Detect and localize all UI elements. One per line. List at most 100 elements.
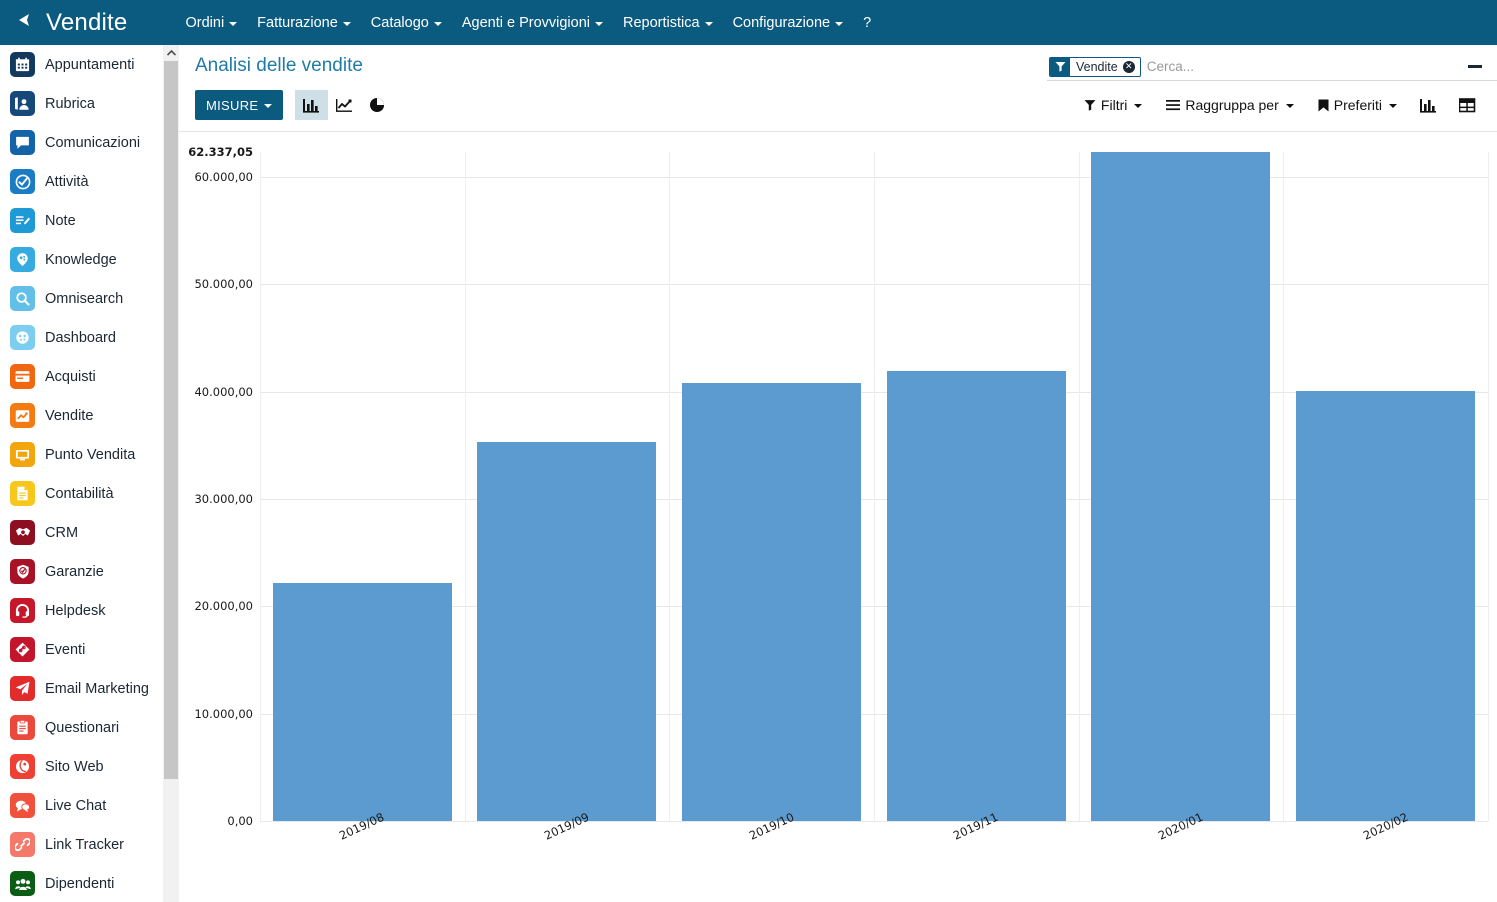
sidebar-item-appuntamenti[interactable]: Appuntamenti (0, 45, 163, 84)
nav-item-label: Fatturazione (257, 14, 338, 31)
sidebar-item-label: Dipendenti (45, 875, 115, 892)
chevron-down-icon (1134, 104, 1143, 108)
page-title: Analisi delle vendite (195, 55, 363, 76)
nav-item-configurazione[interactable]: Configurazione (723, 9, 854, 37)
bar-2019-09[interactable] (477, 442, 656, 821)
bar-chart-icon (1420, 99, 1436, 113)
sidebar-item-rubrica[interactable]: Rubrica (0, 84, 163, 123)
sidebar-item-email-marketing[interactable]: Email Marketing (0, 669, 163, 708)
shield-check-icon (10, 559, 35, 584)
gridline-vertical (465, 152, 466, 821)
ticket-icon (10, 637, 35, 662)
sidebar-item-vendite[interactable]: Vendite (0, 396, 163, 435)
sidebar-item-crm[interactable]: CRM (0, 513, 163, 552)
chart-toolbar-left: MISURE (195, 90, 394, 120)
sidebar-item-knowledge[interactable]: Knowledge (0, 240, 163, 279)
filtri-dropdown-button[interactable]: Filtri (1072, 90, 1154, 120)
sidebar-item-label: Garanzie (45, 563, 104, 580)
y-tick-label: 0,00 (227, 814, 253, 828)
bar-chart-view-button[interactable] (295, 90, 329, 120)
sidebar-item-acquisti[interactable]: Acquisti (0, 357, 163, 396)
sidebar-item-label: Attività (45, 173, 89, 190)
sidebar-item-eventi[interactable]: Eventi (0, 630, 163, 669)
bar-2019-11[interactable] (887, 370, 1066, 821)
nav-item-ordini[interactable]: Ordini (175, 9, 247, 37)
search-bar[interactable]: Vendite ✕ (1047, 53, 1497, 81)
sidebar-item-helpdesk[interactable]: Helpdesk (0, 591, 163, 630)
gauge-icon (10, 325, 35, 350)
sidebar-scrollbar[interactable] (163, 45, 179, 902)
pie-chart-view-button[interactable] (361, 90, 394, 120)
minimize-icon[interactable] (1465, 57, 1485, 75)
sidebar-item-label: Punto Vendita (45, 446, 136, 463)
scroll-up-arrow-icon[interactable] (163, 45, 179, 60)
gridline-vertical (1079, 152, 1080, 821)
top-navigation-bar: Vendite Ordini Fatturazione Catalogo Agenti… (0, 0, 1497, 45)
bar-2020-02[interactable] (1296, 390, 1475, 821)
search-input[interactable] (1140, 55, 1497, 78)
card-icon (10, 364, 35, 389)
calendar-icon (10, 52, 35, 77)
chart-up-icon (10, 403, 35, 428)
sidebar-item-punto-vendita[interactable]: Punto Vendita (0, 435, 163, 474)
filter-funnel-icon (1050, 57, 1070, 76)
sidebar-item-live-chat[interactable]: Live Chat (0, 786, 163, 825)
gridline-vertical (1283, 152, 1284, 821)
brand-pin-icon (0, 12, 46, 33)
raggruppa-per-dropdown-button[interactable]: Raggruppa per (1154, 90, 1305, 120)
close-circle-icon[interactable]: ✕ (1122, 60, 1135, 73)
sidebar-item-dashboard[interactable]: Dashboard (0, 318, 163, 357)
sidebar-item-sito-web[interactable]: Sito Web (0, 747, 163, 786)
sales-analysis-bar-chart: 0,00 10.000,00 20.000,00 30.000,00 40.000,00… (179, 133, 1497, 902)
main-content: Analisi delle vendite Vendite ✕ MISURE (179, 45, 1497, 902)
line-chart-view-button[interactable] (328, 90, 361, 120)
chevron-down-icon (1285, 104, 1294, 108)
monitor-icon (10, 442, 35, 467)
check-circle-icon (10, 169, 35, 194)
gridline-horizontal (260, 821, 1488, 822)
sidebar-item-label: Comunicazioni (45, 134, 141, 151)
nav-item-label: Ordini (185, 14, 225, 31)
bar-2019-08[interactable] (273, 582, 452, 821)
sidebar-scroll-thumb[interactable] (164, 61, 178, 779)
bar-2020-01[interactable] (1091, 152, 1270, 821)
sidebar-item-label: Link Tracker (45, 836, 124, 853)
sidebar-item-contabilit-[interactable]: Contabilità (0, 474, 163, 513)
y-tick-label: 10.000,00 (194, 706, 253, 721)
bar-2019-10[interactable] (682, 383, 861, 821)
search-facet-vendite[interactable]: Vendite ✕ (1049, 56, 1141, 77)
facet-label: Vendite (1076, 59, 1118, 74)
link-icon (10, 832, 35, 857)
sidebar-item-link-tracker[interactable]: Link Tracker (0, 825, 163, 864)
bookmark-icon (1318, 99, 1329, 111)
nav-item-label: Reportistica (623, 14, 700, 31)
preferiti-dropdown-button[interactable]: Preferiti (1306, 90, 1409, 120)
nav-item-fatturazione[interactable]: Fatturazione (247, 9, 361, 37)
plot-area (260, 152, 1489, 822)
measures-dropdown-button[interactable]: MISURE (195, 90, 284, 120)
sidebar-item-questionari[interactable]: Questionari (0, 708, 163, 747)
chevron-down-icon (342, 21, 351, 26)
sidebar-item-garanzie[interactable]: Garanzie (0, 552, 163, 591)
pie-chart-icon (370, 98, 385, 112)
sidebar-item-omnisearch[interactable]: Omnisearch (0, 279, 163, 318)
brain-icon (10, 247, 35, 272)
nav-item-catalogo[interactable]: Catalogo (361, 9, 452, 37)
nav-item-agenti-e-provvigioni[interactable]: Agenti e Provvigioni (452, 9, 613, 37)
chevron-down-icon (595, 21, 603, 26)
note-edit-icon (10, 208, 35, 233)
people-icon (10, 871, 35, 896)
gridline-vertical (260, 152, 261, 821)
graph-view-button[interactable] (1409, 90, 1448, 120)
sidebar-item-label: Dashboard (45, 329, 116, 346)
sidebar-item-attivit-[interactable]: Attività (0, 162, 163, 201)
filter-funnel-icon (1084, 100, 1096, 111)
sidebar-item-dipendenti[interactable]: Dipendenti (0, 864, 163, 902)
nav-item-reportistica[interactable]: Reportistica (613, 9, 723, 37)
sidebar-item-note[interactable]: Note (0, 201, 163, 240)
sidebar-item-comunicazioni[interactable]: Comunicazioni (0, 123, 163, 162)
chart-toolbar-right: Filtri Raggruppa per Preferiti (1072, 90, 1487, 120)
magnifier-icon (10, 286, 35, 311)
nav-item-[interactable]: ? (853, 9, 881, 37)
pivot-view-button[interactable] (1448, 90, 1487, 120)
